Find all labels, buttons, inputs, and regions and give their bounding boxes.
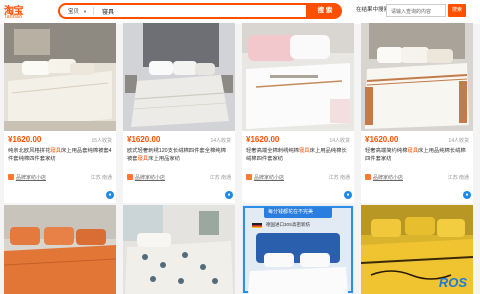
search-in-results-input[interactable]: 请输入查询的内容 bbox=[386, 4, 446, 17]
sales-count: 14人收货 bbox=[329, 138, 350, 144]
search-category-select[interactable]: 宝贝 bbox=[60, 7, 83, 15]
shop-link[interactable]: 品牌家纺小店 bbox=[16, 174, 46, 181]
search-divider bbox=[92, 7, 94, 15]
product-card[interactable]: 每分钱都花在不完美 德国进口30S高密新纺 bbox=[242, 205, 354, 294]
product-image[interactable]: ROS bbox=[361, 205, 473, 294]
product-image[interactable] bbox=[242, 23, 354, 131]
product-title[interactable]: 纯亲北欧风格拼花寝具床上用品套纯棉被套4件套纯棉四件套家纺 bbox=[8, 147, 112, 171]
location: 江苏 南通 bbox=[328, 175, 350, 181]
product-image[interactable] bbox=[123, 205, 235, 294]
product-card[interactable]: ROS bbox=[361, 205, 473, 294]
product-image[interactable] bbox=[4, 205, 116, 294]
top-bar: 淘宝 Taobao 宝贝 ▼ 寝具 搜 索 在结果中搜索 请输入查询的内容 搜索 bbox=[0, 0, 480, 24]
title-keyword: 寝具 bbox=[50, 148, 61, 154]
shop-row: 品牌家纺小店 江苏 南通 bbox=[246, 173, 350, 182]
search-input[interactable]: 寝具 bbox=[102, 7, 114, 16]
title-keyword: 寝具 bbox=[298, 148, 310, 154]
shop-link[interactable]: 品牌家纺小店 bbox=[254, 174, 284, 181]
price: ¥1620.00 bbox=[8, 135, 42, 144]
shop-row: 品牌家纺小店 江苏 南通 bbox=[8, 173, 112, 182]
promo-badge: 每分钱都花在不完美 bbox=[268, 209, 314, 215]
product-image[interactable] bbox=[123, 23, 235, 131]
price: ¥1620.00 bbox=[246, 135, 280, 144]
title-keyword: 寝具 bbox=[137, 156, 149, 162]
shop-icon bbox=[127, 174, 133, 180]
shop-icon bbox=[8, 174, 14, 180]
shop-row: 品牌家纺小店 江苏 南通 bbox=[127, 173, 231, 182]
search-in-results-placeholder: 请输入查询的内容 bbox=[391, 9, 432, 15]
chat-icon[interactable]: ● bbox=[106, 191, 114, 199]
product-image[interactable] bbox=[4, 23, 116, 131]
search-box[interactable]: 宝贝 ▼ 寝具 bbox=[58, 3, 308, 19]
chat-icon[interactable]: ● bbox=[463, 191, 471, 199]
price-row: ¥1620.00 14人收货 bbox=[246, 135, 350, 145]
sales-count: 14人收货 bbox=[210, 138, 231, 144]
product-card[interactable]: ¥1620.00 14人收货 轻奢高端简约纯棉寝具床上用品纯棉长绒棉四件套家纺 … bbox=[361, 23, 473, 203]
search-in-results-label: 在结果中搜索 bbox=[356, 7, 390, 13]
shop-icon bbox=[365, 174, 371, 180]
product-card[interactable]: ¥1620.00 14人收货 轻奢高端全棉刺绣纯棉寝具床上用品纯棉长绒棉四件套家… bbox=[242, 23, 354, 203]
price-row: ¥1620.00 14人收货 bbox=[127, 135, 231, 145]
title-text: 床上用品家纺 bbox=[148, 156, 181, 162]
location: 江苏 南通 bbox=[209, 175, 231, 181]
product-title[interactable]: 轻奢高端全棉刺绣纯棉寝具床上用品纯棉长绒棉四件套家纺 bbox=[246, 147, 350, 171]
chat-icon[interactable]: ● bbox=[225, 191, 233, 199]
chat-icon[interactable]: ● bbox=[344, 191, 352, 199]
product-title[interactable]: 欧式轻奢刺绣120支长绒棉四件套全棉纯棉被套寝具床上用品家纺 bbox=[127, 147, 231, 171]
location: 江苏 南通 bbox=[447, 175, 469, 181]
price-row: ¥1620.00 15人收货 bbox=[8, 135, 112, 145]
price: ¥1620.00 bbox=[365, 135, 399, 144]
product-card[interactable] bbox=[4, 205, 116, 294]
title-text: 轻奢高端全棉刺绣纯棉 bbox=[246, 148, 299, 154]
product-title[interactable]: 轻奢高端简约纯棉寝具床上用品纯棉长绒棉四件套家纺 bbox=[365, 147, 469, 171]
price-row: ¥1620.00 14人收货 bbox=[365, 135, 469, 145]
location: 江苏 南通 bbox=[90, 175, 112, 181]
product-card[interactable]: ¥1620.00 14人收货 欧式轻奢刺绣120支长绒棉四件套全棉纯棉被套寝具床… bbox=[123, 23, 235, 203]
promo-subtitle: 德国进口30S高密新纺 bbox=[266, 222, 311, 227]
title-text: 轻奢高端简约纯棉 bbox=[365, 148, 408, 154]
chevron-down-icon[interactable]: ▼ bbox=[83, 9, 87, 14]
title-text: 纯亲北欧风格拼花 bbox=[8, 148, 51, 154]
product-image[interactable]: 每分钱都花在不完美 德国进口30S高密新纺 bbox=[242, 205, 354, 294]
watermark: ROS bbox=[438, 275, 467, 290]
product-image[interactable] bbox=[361, 23, 473, 131]
shop-row: 品牌家纺小店 江苏 南通 bbox=[365, 173, 469, 182]
price: ¥1620.00 bbox=[127, 135, 161, 144]
taobao-logo[interactable]: 淘宝 Taobao bbox=[4, 2, 34, 22]
product-card[interactable]: ¥1620.00 15人收货 纯亲北欧风格拼花寝具床上用品套纯棉被套4件套纯棉四… bbox=[4, 23, 116, 203]
shop-link[interactable]: 品牌家纺小店 bbox=[373, 174, 403, 181]
search-in-results-button[interactable]: 搜索 bbox=[448, 4, 466, 17]
title-keyword: 寝具 bbox=[407, 148, 418, 154]
logo-subtext: Taobao bbox=[4, 14, 23, 20]
search-button[interactable]: 搜 索 bbox=[308, 3, 342, 19]
shop-icon bbox=[246, 174, 252, 180]
sales-count: 14人收货 bbox=[448, 138, 469, 144]
shop-link[interactable]: 品牌家纺小店 bbox=[135, 174, 165, 181]
product-card[interactable] bbox=[123, 205, 235, 294]
sales-count: 15人收货 bbox=[91, 138, 112, 144]
